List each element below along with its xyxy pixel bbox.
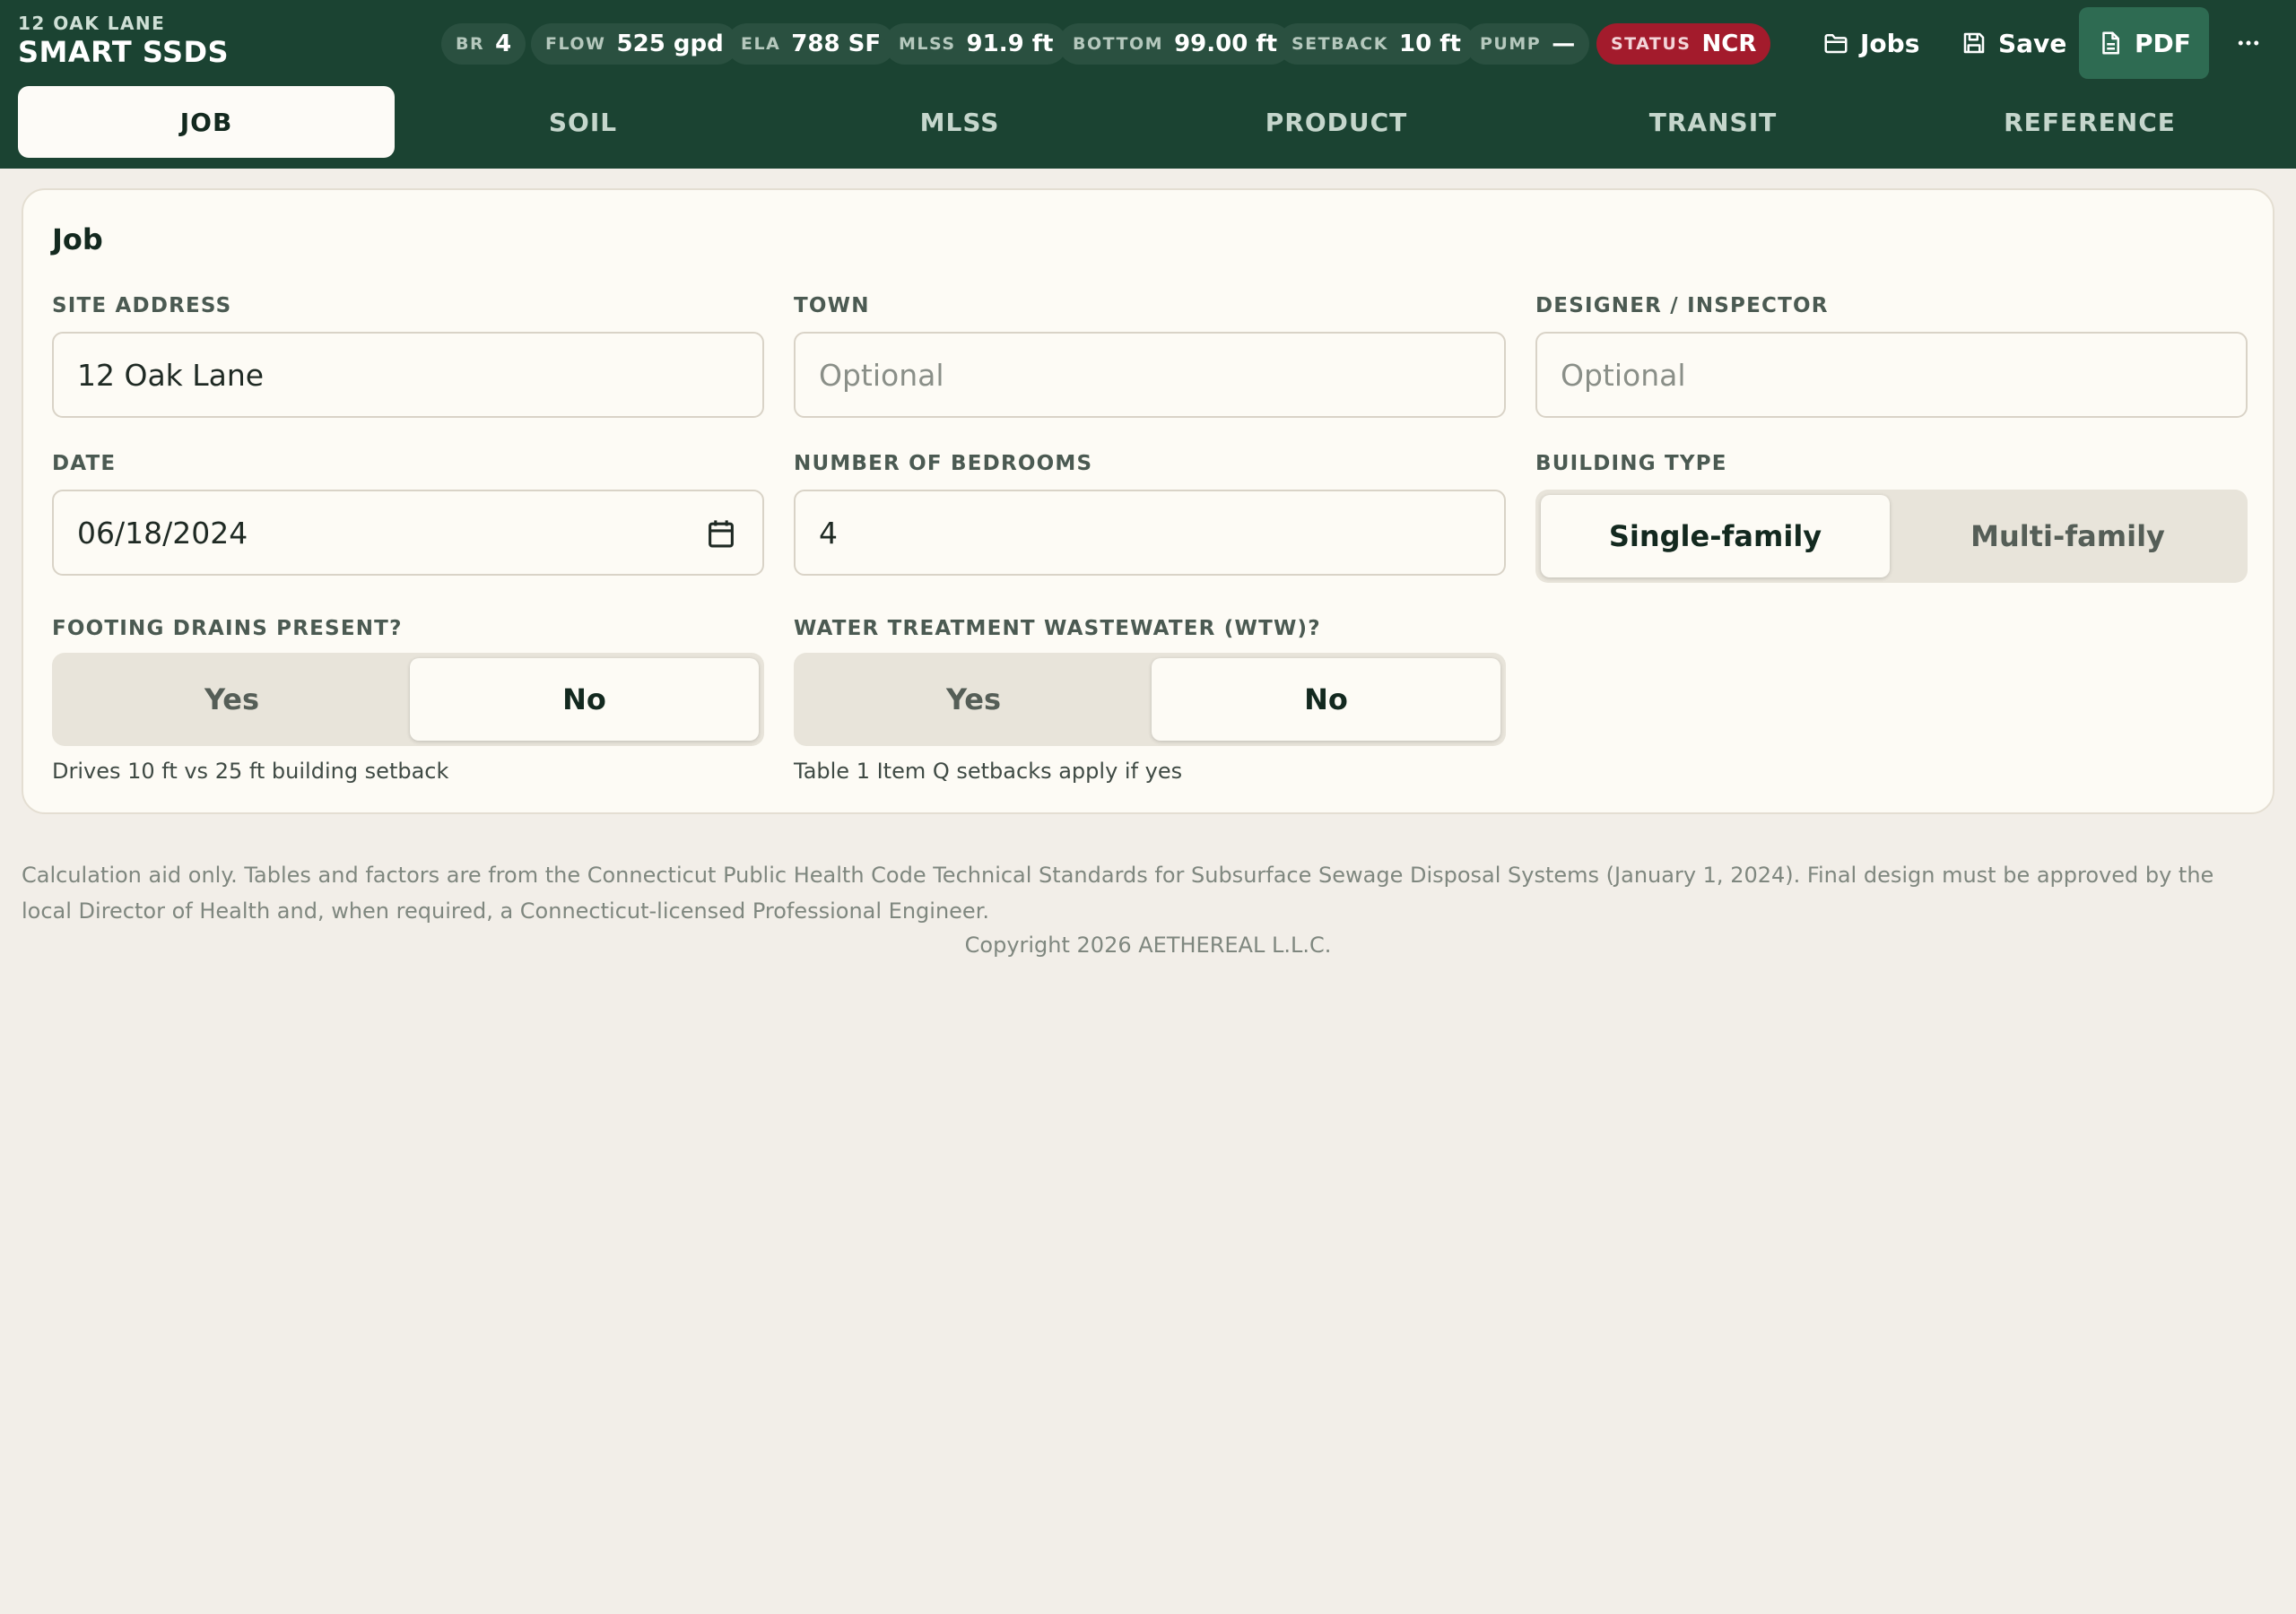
status-badge: STATUS NCR: [1596, 23, 1771, 65]
metric-flow: FLOW 525 gpd: [531, 23, 738, 65]
metric-value: 91.9 ft: [966, 30, 1054, 57]
metric-label: MLSS: [899, 34, 956, 54]
footing-drains-yes[interactable]: Yes: [57, 658, 406, 741]
metric-value: 788 SF: [791, 30, 882, 57]
building-type-field: BUILDING TYPE Single-family Multi-family: [1535, 450, 2248, 583]
date-input[interactable]: 06/18/2024: [52, 490, 764, 576]
document-icon: [2102, 31, 2119, 55]
metric-value: 99.00 ft: [1174, 30, 1278, 57]
metric-label: ELA: [741, 34, 781, 54]
more-button[interactable]: [2221, 7, 2276, 79]
footing-drains-label: FOOTING DRAINS PRESENT?: [52, 617, 403, 640]
wtw-no[interactable]: No: [1152, 658, 1500, 741]
save-button[interactable]: Save: [1943, 7, 2084, 79]
tab-reference[interactable]: REFERENCE: [1901, 86, 2278, 158]
tab-mlss[interactable]: MLSS: [771, 86, 1148, 158]
brand: 12 OAK LANE SMART SSDS: [18, 13, 229, 70]
wtw-field: WATER TREATMENT WASTEWATER (WTW)? Yes No…: [794, 615, 1506, 784]
metric-value: NCR: [1701, 30, 1757, 57]
site-address-field: SITE ADDRESS 12 Oak Lane: [52, 292, 764, 418]
footing-drains-toggle: Yes No: [52, 653, 764, 746]
tab-soil[interactable]: SOIL: [395, 86, 771, 158]
metric-value: 10 ft: [1398, 30, 1461, 57]
town-field: TOWN Optional: [794, 292, 1506, 418]
metric-label: BR: [456, 34, 485, 54]
jobs-button-label: Jobs: [1860, 28, 1920, 58]
site-address-label: SITE ADDRESS: [52, 294, 232, 317]
metric-ela: ELA 788 SF: [726, 23, 896, 65]
folder-icon: [1824, 34, 1848, 54]
bedrooms-label: NUMBER OF BEDROOMS: [794, 452, 1093, 475]
bedrooms-input[interactable]: 4: [794, 490, 1506, 576]
metric-pump: PUMP —: [1465, 23, 1590, 65]
tab-job[interactable]: JOB: [18, 86, 395, 158]
main-tabs: JOB SOIL MLSS PRODUCT TRANSIT REFERENCE: [18, 86, 2278, 158]
building-type-single-family[interactable]: Single-family: [1541, 495, 1890, 577]
wtw-toggle: Yes No: [794, 653, 1506, 746]
save-icon: [1963, 32, 1985, 54]
building-type-multi-family[interactable]: Multi-family: [1893, 495, 2242, 577]
pdf-button-label: PDF: [2135, 28, 2191, 58]
metric-label: BOTTOM: [1073, 34, 1164, 54]
tab-transit[interactable]: TRANSIT: [1525, 86, 1901, 158]
metric-bottom: BOTTOM 99.00 ft: [1058, 23, 1292, 65]
tab-product[interactable]: PRODUCT: [1148, 86, 1525, 158]
more-icon: [2238, 40, 2259, 46]
designer-field: DESIGNER / INSPECTOR Optional: [1535, 292, 2248, 418]
metric-label: FLOW: [545, 34, 606, 54]
save-button-label: Save: [1998, 28, 2067, 58]
designer-label: DESIGNER / INSPECTOR: [1535, 294, 1829, 317]
town-input[interactable]: Optional: [794, 332, 1506, 418]
app-title: SMART SSDS: [18, 35, 230, 69]
footing-drains-no[interactable]: No: [410, 658, 759, 741]
wtw-hint: Table 1 Item Q setbacks apply if yes: [794, 759, 1183, 784]
designer-input[interactable]: Optional: [1535, 332, 2248, 418]
disclaimer-text: Calculation aid only. Tables and factors…: [22, 863, 2214, 924]
jobs-button[interactable]: Jobs: [1805, 7, 1937, 79]
date-label: DATE: [52, 452, 117, 475]
job-card: Job SITE ADDRESS 12 Oak Lane TOWN Option…: [22, 188, 2274, 814]
site-address-input[interactable]: 12 Oak Lane: [52, 332, 764, 418]
wtw-yes[interactable]: Yes: [799, 658, 1148, 741]
bedrooms-field: NUMBER OF BEDROOMS 4: [794, 450, 1506, 576]
metric-value: —: [1552, 30, 1576, 57]
copyright-text: Copyright 2026 AETHEREAL L.L.C.: [964, 933, 1332, 958]
pdf-button[interactable]: PDF: [2079, 7, 2209, 79]
metric-setback: SETBACK 10 ft: [1277, 23, 1475, 65]
metric-label: SETBACK: [1292, 34, 1388, 54]
town-label: TOWN: [794, 294, 870, 317]
footing-drains-hint: Drives 10 ft vs 25 ft building setback: [52, 759, 449, 784]
date-field: DATE 06/18/2024: [52, 450, 764, 576]
calendar-icon[interactable]: [707, 518, 735, 549]
date-value: 06/18/2024: [77, 515, 248, 551]
app-header: 12 OAK LANE SMART SSDS BR 4 FLOW 525 gpd…: [0, 0, 2296, 169]
metric-mlss: MLSS 91.9 ft: [884, 23, 1068, 65]
metric-value: 525 gpd: [616, 30, 724, 57]
metric-br: BR 4: [441, 23, 526, 65]
wtw-label: WATER TREATMENT WASTEWATER (WTW)?: [794, 617, 1321, 640]
metric-label: STATUS: [1611, 34, 1692, 54]
metric-value: 4: [495, 30, 512, 57]
job-address-subtitle: 12 OAK LANE: [18, 13, 166, 34]
building-type-toggle: Single-family Multi-family: [1535, 490, 2248, 583]
building-type-label: BUILDING TYPE: [1535, 452, 1727, 475]
card-title: Job: [52, 222, 103, 256]
footing-drains-field: FOOTING DRAINS PRESENT? Yes No Drives 10…: [52, 615, 764, 784]
metric-label: PUMP: [1480, 34, 1542, 54]
